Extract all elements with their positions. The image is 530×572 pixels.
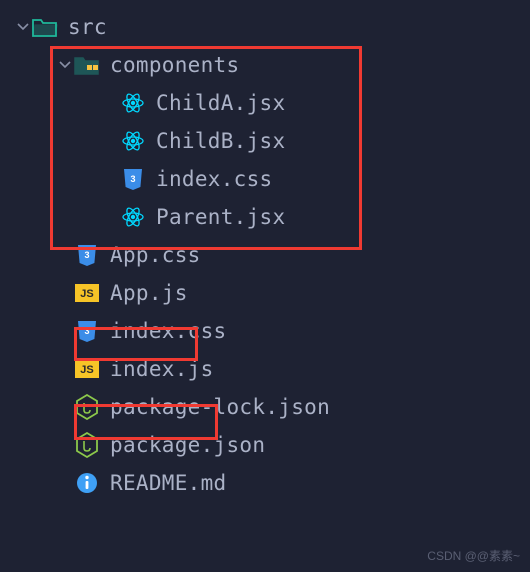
svg-text:JS: JS [80, 364, 93, 376]
svg-text:JS: JS [80, 288, 93, 300]
file-label: App.css [110, 236, 201, 274]
css-icon: 3 [120, 166, 146, 192]
css-icon: 3 [74, 318, 100, 344]
chevron-down-icon [56, 59, 74, 71]
node-icon [74, 394, 100, 420]
tree-folder-src[interactable]: src [0, 8, 530, 46]
file-label: ChildA.jsx [156, 84, 285, 122]
file-label: index.css [110, 312, 227, 350]
tree-file[interactable]: package.json [0, 426, 530, 464]
file-label: package-lock.json [110, 388, 330, 426]
tree-file[interactable]: README.md [0, 464, 530, 502]
svg-text:3: 3 [84, 250, 89, 260]
file-label: Parent.jsx [156, 198, 285, 236]
tree-folder-components[interactable]: components [0, 46, 530, 84]
react-icon [120, 128, 146, 154]
tree-file[interactable]: ChildA.jsx [0, 84, 530, 122]
watermark-text: CSDN @@素素~ [427, 547, 520, 564]
svg-text:3: 3 [130, 174, 135, 184]
chevron-down-icon [14, 21, 32, 33]
react-icon [120, 90, 146, 116]
file-label: package.json [110, 426, 265, 464]
react-icon [120, 204, 146, 230]
tree-file[interactable]: JS App.js [0, 274, 530, 312]
node-icon [74, 432, 100, 458]
file-label: index.css [156, 160, 273, 198]
file-label: index.js [110, 350, 214, 388]
file-label: README.md [110, 464, 227, 502]
svg-text:3: 3 [84, 326, 89, 336]
tree-file[interactable]: JS index.js [0, 350, 530, 388]
tree-file[interactable]: Parent.jsx [0, 198, 530, 236]
js-icon: JS [74, 280, 100, 306]
tree-file[interactable]: 3 App.css [0, 236, 530, 274]
file-label: App.js [110, 274, 188, 312]
folder-label: src [68, 8, 107, 46]
js-icon: JS [74, 356, 100, 382]
tree-file[interactable]: ChildB.jsx [0, 122, 530, 160]
tree-file[interactable]: package-lock.json [0, 388, 530, 426]
folder-label: components [110, 46, 239, 84]
css-icon: 3 [74, 242, 100, 268]
tree-file[interactable]: 3 index.css [0, 312, 530, 350]
file-label: ChildB.jsx [156, 122, 285, 160]
info-icon [74, 470, 100, 496]
tree-file[interactable]: 3 index.css [0, 160, 530, 198]
folder-components-icon [74, 52, 100, 78]
folder-open-icon [32, 14, 58, 40]
file-explorer-tree: src components ChildA.jsxChildB.jsx 3 inde… [0, 0, 530, 502]
